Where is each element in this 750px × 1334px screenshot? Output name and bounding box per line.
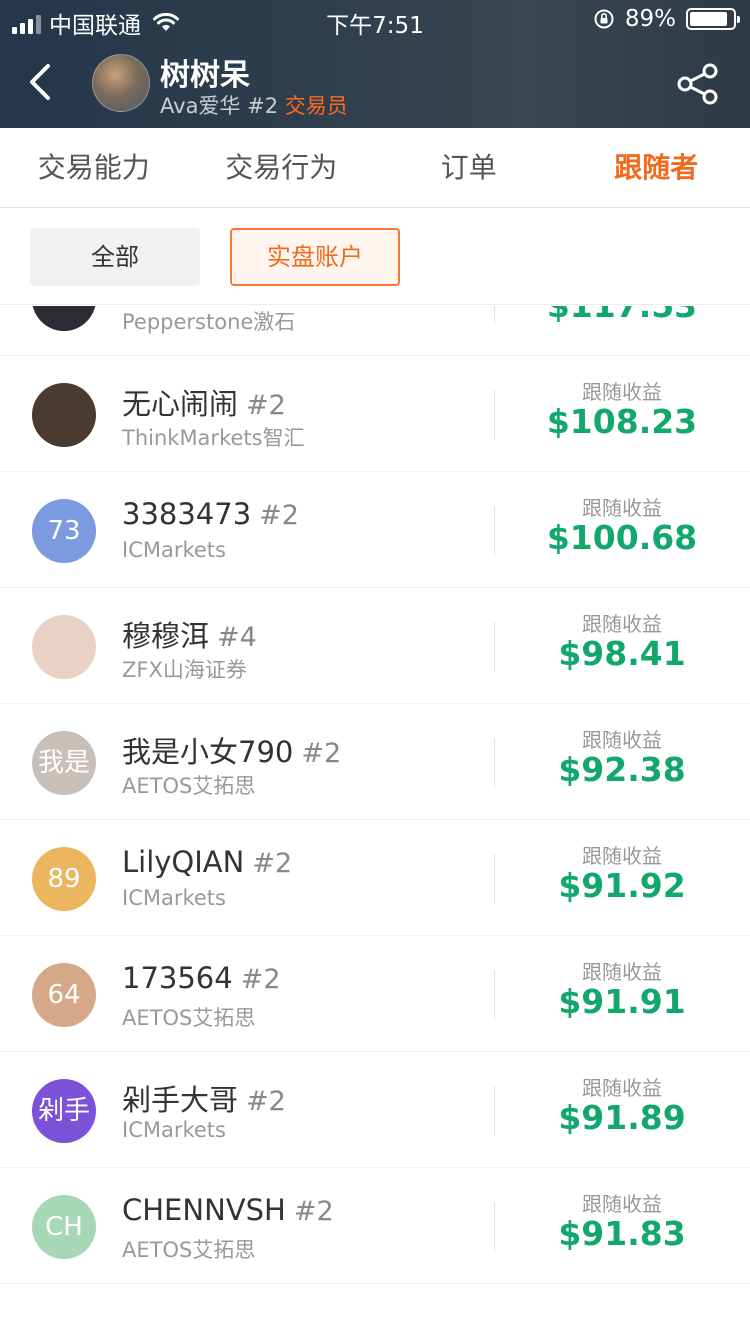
follower-row[interactable]: 73 3383473 #2 ICMarkets 跟随收益 $100.68 xyxy=(0,472,750,588)
follower-name: 我是小女790 xyxy=(122,735,294,769)
orientation-lock-icon xyxy=(594,9,614,29)
follower-avatar[interactable] xyxy=(32,615,96,679)
follow-profit-label: 跟随收益 xyxy=(582,960,662,984)
follow-profit-label: 跟随收益 xyxy=(582,1076,662,1100)
follower-name: 剁手大哥 xyxy=(122,1083,239,1117)
trader-avatar[interactable] xyxy=(92,54,150,112)
follower-broker: AETOS艾拓思 xyxy=(122,1006,256,1030)
follow-profit-value: $91.83 xyxy=(558,1214,686,1253)
follower-broker: ThinkMarkets智汇 xyxy=(122,426,305,450)
follower-rank: #2 xyxy=(240,964,281,995)
follower-avatar[interactable] xyxy=(32,383,96,447)
follower-rank: #2 xyxy=(259,500,299,531)
follower-avatar[interactable] xyxy=(32,306,96,331)
account-filter: 全部 实盘账户 xyxy=(0,209,750,305)
follow-profit-label: 跟随收益 xyxy=(582,728,662,752)
follower-name: 3383473 xyxy=(122,497,252,531)
share-icon[interactable] xyxy=(676,62,720,106)
follow-profit-value: $98.41 xyxy=(558,634,686,673)
nav-bar: 树树呆 Ava爱华 #2 交易员 xyxy=(0,40,750,128)
trader-broker: Ava爱华 xyxy=(160,94,241,118)
follower-rank: #2 xyxy=(293,1196,334,1227)
follow-profit-value: $100.68 xyxy=(546,518,698,557)
back-icon[interactable] xyxy=(22,60,62,104)
follower-name-line: 无心闹闹 #2 xyxy=(122,381,286,423)
follower-row[interactable]: CH CHENNVSH #2 AETOS艾拓思 跟随收益 $91.83 xyxy=(0,1168,750,1284)
follow-profit-value: $108.23 xyxy=(546,402,698,441)
follower-avatar[interactable]: 89 xyxy=(32,847,96,911)
follower-avatar[interactable]: 73 xyxy=(32,499,96,563)
follower-name-line: 我是小女790 #2 xyxy=(122,729,341,771)
battery-percent: 89% xyxy=(624,6,676,32)
header: 中国联通 下午7:51 89% 树树呆 Ava爱华 #2 交易员 xyxy=(0,0,750,128)
follower-row[interactable]: 穆穆洱 #4 ZFX山海证券 跟随收益 $98.41 xyxy=(0,588,750,704)
follower-name: CHENNVSH xyxy=(122,1193,286,1227)
battery-icon xyxy=(686,8,740,30)
follower-row[interactable]: 无心闹闹 #2 ThinkMarkets智汇 跟随收益 $108.23 xyxy=(0,356,750,472)
filter-all-button[interactable]: 全部 xyxy=(30,228,200,286)
follower-name: 无心闹闹 xyxy=(122,387,239,421)
follower-avatar[interactable]: 剁手 xyxy=(32,1079,96,1143)
trader-rank: #2 xyxy=(247,94,279,118)
tab-trading-ability[interactable]: 交易能力 xyxy=(0,128,188,207)
follower-rank: #2 xyxy=(252,848,293,879)
status-bar: 中国联通 下午7:51 89% xyxy=(0,0,750,40)
follower-row[interactable]: 剁手 剁手大哥 #2 ICMarkets 跟随收益 $91.89 xyxy=(0,1052,750,1168)
follower-name: 173564 xyxy=(122,961,233,995)
follower-broker: ZFX山海证券 xyxy=(122,658,247,682)
follower-name-line: 3383473 #2 xyxy=(122,497,299,531)
follower-avatar[interactable]: CH xyxy=(32,1195,96,1259)
follow-profit-label: 跟随收益 xyxy=(582,496,662,520)
follower-row[interactable]: 64 173564 #2 AETOS艾拓思 跟随收益 $91.91 xyxy=(0,936,750,1052)
follower-avatar[interactable]: 我是 xyxy=(32,731,96,795)
follower-broker: ICMarkets xyxy=(122,538,226,562)
follower-row[interactable]: 我是 我是小女790 #2 AETOS艾拓思 跟随收益 $92.38 xyxy=(0,704,750,820)
trader-subtitle: Ava爱华 #2 交易员 xyxy=(160,90,348,120)
follower-broker: ICMarkets xyxy=(122,1118,226,1142)
follower-rank: #2 xyxy=(301,738,342,769)
follower-name-line: LilyQIAN #2 xyxy=(122,845,292,879)
trader-name: 树树呆 xyxy=(160,58,250,93)
follower-row[interactable]: 逗比来了#9Pepperstone激石跟随收益$117.53 xyxy=(0,306,750,356)
follower-broker: ICMarkets xyxy=(122,886,226,910)
trader-role: 交易员 xyxy=(284,94,348,118)
tab-orders[interactable]: 订单 xyxy=(375,128,563,207)
filter-real-account-button[interactable]: 实盘账户 xyxy=(230,228,400,286)
follow-profit-value: $91.89 xyxy=(558,1098,686,1137)
follower-name: LilyQIAN xyxy=(122,845,245,879)
follower-broker: AETOS艾拓思 xyxy=(122,774,256,798)
tab-followers[interactable]: 跟随者 xyxy=(563,128,750,207)
follower-name-line: CHENNVSH #2 xyxy=(122,1193,334,1227)
follower-broker: AETOS艾拓思 xyxy=(122,1238,256,1262)
follower-name-line: 剁手大哥 #2 xyxy=(122,1077,286,1119)
follower-rank: #2 xyxy=(246,390,286,421)
tab-bar: 交易能力 交易行为 订单 跟随者 xyxy=(0,128,750,208)
follower-name: 穆穆洱 xyxy=(122,619,210,653)
follower-rank: #2 xyxy=(246,1086,286,1117)
tab-trading-behavior[interactable]: 交易行为 xyxy=(188,128,376,207)
follow-profit-value: $91.92 xyxy=(558,866,686,905)
follow-profit-label: 跟随收益 xyxy=(582,844,662,868)
follower-avatar[interactable]: 64 xyxy=(32,963,96,1027)
follower-rank: #4 xyxy=(217,622,257,653)
follow-profit-value: $92.38 xyxy=(558,750,686,789)
follower-name-line: 173564 #2 xyxy=(122,961,281,995)
follow-profit-value: $91.91 xyxy=(558,982,686,1021)
follower-broker: Pepperstone激石 xyxy=(122,310,296,334)
follower-list[interactable]: 逗比来了#9Pepperstone激石跟随收益$117.53无心闹闹#2Thin… xyxy=(0,306,750,1334)
follow-profit-label: 跟随收益 xyxy=(582,380,662,404)
follow-profit-value: $117.53 xyxy=(494,306,750,325)
follow-profit-label: 跟随收益 xyxy=(582,612,662,636)
follow-profit-label: 跟随收益 xyxy=(582,1192,662,1216)
follower-name-line: 穆穆洱 #4 xyxy=(122,613,257,655)
follower-row[interactable]: 89 LilyQIAN #2 ICMarkets 跟随收益 $91.92 xyxy=(0,820,750,936)
